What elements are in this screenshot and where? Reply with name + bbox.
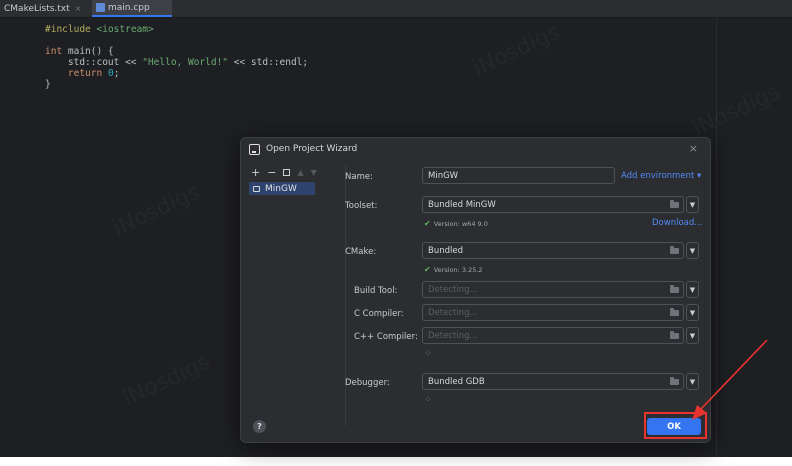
annotation-arrow (692, 339, 768, 420)
